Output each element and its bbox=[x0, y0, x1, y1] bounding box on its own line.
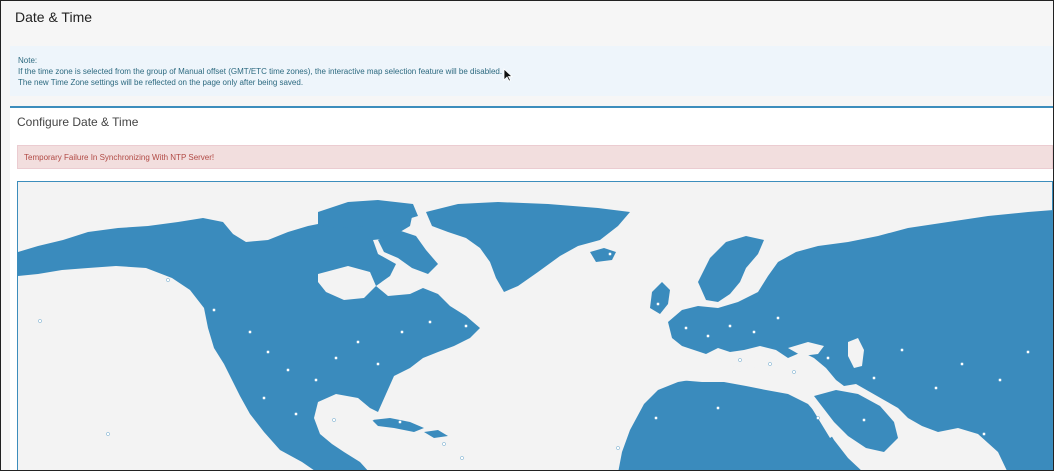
city-marker[interactable] bbox=[872, 376, 876, 380]
city-marker[interactable] bbox=[900, 348, 904, 352]
city-marker[interactable] bbox=[286, 368, 290, 372]
city-marker[interactable] bbox=[934, 386, 938, 390]
city-marker[interactable] bbox=[716, 406, 720, 410]
note-heading: Note: bbox=[18, 56, 38, 65]
city-marker[interactable] bbox=[826, 356, 830, 360]
city-marker[interactable] bbox=[38, 319, 42, 323]
greenland-land[interactable] bbox=[426, 202, 630, 292]
city-marker[interactable] bbox=[334, 356, 338, 360]
uk-land[interactable] bbox=[650, 282, 670, 314]
city-marker[interactable] bbox=[314, 378, 318, 382]
city-marker[interactable] bbox=[608, 252, 612, 256]
caribbean-land[interactable] bbox=[372, 418, 424, 432]
city-marker[interactable] bbox=[752, 330, 756, 334]
world-map[interactable] bbox=[18, 182, 1053, 471]
alert-text: Temporary Failure In Synchronizing With … bbox=[24, 153, 215, 162]
city-marker[interactable] bbox=[768, 362, 772, 366]
ntp-error-alert: Temporary Failure In Synchronizing With … bbox=[17, 145, 1053, 169]
city-marker[interactable] bbox=[376, 362, 380, 366]
city-marker[interactable] bbox=[262, 396, 266, 400]
city-marker[interactable] bbox=[266, 350, 270, 354]
mouse-cursor-icon bbox=[503, 68, 513, 82]
city-marker[interactable] bbox=[212, 308, 216, 312]
city-marker[interactable] bbox=[656, 302, 660, 306]
city-marker[interactable] bbox=[816, 416, 820, 420]
note-line-manual-offset: If the time zone is selected from the gr… bbox=[18, 67, 503, 76]
city-marker[interactable] bbox=[400, 330, 404, 334]
configure-date-time-card: Configure Date & Time Temporary Failure … bbox=[10, 106, 1053, 471]
city-marker[interactable] bbox=[460, 456, 464, 460]
city-marker[interactable] bbox=[706, 334, 710, 338]
mediterranean-sea-water bbox=[668, 364, 808, 382]
page-title: Date & Time bbox=[15, 9, 93, 25]
city-marker[interactable] bbox=[792, 370, 796, 374]
city-marker[interactable] bbox=[776, 316, 780, 320]
scandinavia-land[interactable] bbox=[698, 236, 764, 302]
gulf-of-mexico-water bbox=[318, 404, 374, 428]
city-marker[interactable] bbox=[106, 432, 110, 436]
hispaniola-land[interactable] bbox=[424, 430, 448, 438]
city-marker[interactable] bbox=[428, 320, 432, 324]
city-marker[interactable] bbox=[728, 324, 732, 328]
city-marker[interactable] bbox=[398, 420, 402, 424]
city-marker[interactable] bbox=[616, 446, 620, 450]
city-marker[interactable] bbox=[248, 330, 252, 334]
city-marker[interactable] bbox=[738, 358, 742, 362]
city-marker[interactable] bbox=[960, 362, 964, 366]
city-marker[interactable] bbox=[464, 324, 468, 328]
note-box: Note: If the time zone is selected from … bbox=[10, 46, 1053, 96]
card-title: Configure Date & Time bbox=[17, 115, 139, 129]
city-marker[interactable] bbox=[442, 442, 446, 446]
city-marker[interactable] bbox=[654, 416, 658, 420]
city-marker[interactable] bbox=[356, 340, 360, 344]
city-marker[interactable] bbox=[294, 412, 298, 416]
city-marker[interactable] bbox=[862, 418, 866, 422]
city-marker[interactable] bbox=[332, 418, 336, 422]
city-marker[interactable] bbox=[684, 326, 688, 330]
city-marker[interactable] bbox=[1026, 350, 1030, 354]
city-marker[interactable] bbox=[982, 432, 986, 436]
city-marker[interactable] bbox=[998, 378, 1002, 382]
iceland-land[interactable] bbox=[590, 248, 616, 262]
note-line-save: The new Time Zone settings will be refle… bbox=[18, 78, 304, 87]
city-marker[interactable] bbox=[166, 278, 170, 282]
timezone-map[interactable] bbox=[17, 181, 1053, 471]
date-time-page: Date & Time Note: If the time zone is se… bbox=[0, 0, 1054, 471]
